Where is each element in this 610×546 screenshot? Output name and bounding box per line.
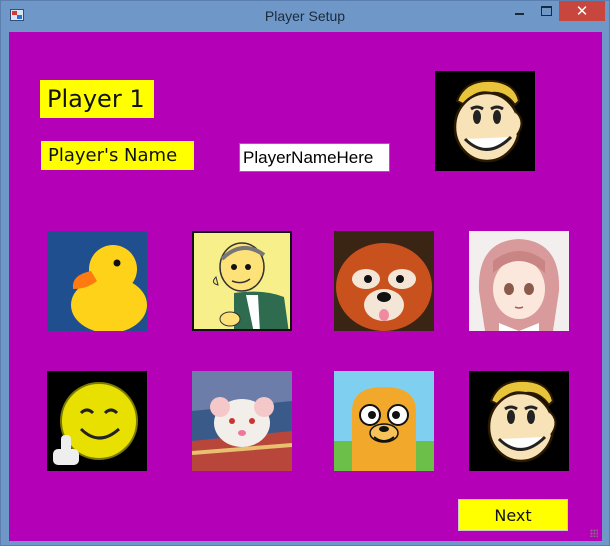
avatar-option[interactable] [334,371,434,471]
client-area: Player 1 Player's Name PlayerNameHere Ne… [9,32,602,541]
mr-burns-icon [194,233,290,329]
player-name-input[interactable] [239,143,390,172]
avatar-option[interactable] [47,371,147,471]
maximize-icon [540,6,552,16]
resize-grip[interactable] [590,529,598,537]
player-label: Player 1 [40,80,154,118]
rubber-duck-icon [47,231,147,331]
avatar-option[interactable] [334,231,434,331]
minimize-button[interactable] [506,1,532,21]
title-bar[interactable]: Player Setup ✕ [1,1,609,32]
selected-avatar-preview [435,71,535,171]
minimize-icon [514,13,524,15]
jake-the-dog-icon [334,371,434,471]
vault-boy-icon [469,371,569,471]
close-icon: ✕ [575,2,589,20]
smiley-finger-icon [47,371,147,471]
maximize-button[interactable] [533,1,559,21]
vault-boy-icon [435,71,535,171]
rat-icon [192,371,292,471]
player-name-label: Player's Name [41,141,194,170]
player-setup-window: Player Setup ✕ Player 1 Player's Name Pl… [0,0,610,546]
avatar-option[interactable] [192,231,292,331]
avatar-option[interactable] [469,371,569,471]
close-button[interactable]: ✕ [559,1,605,21]
avatar-option[interactable] [47,231,147,331]
red-panda-icon [334,231,434,331]
avatar-option[interactable] [469,231,569,331]
next-button[interactable]: Next [458,499,568,531]
anime-girl-icon [469,231,569,331]
avatar-option[interactable] [192,371,292,471]
